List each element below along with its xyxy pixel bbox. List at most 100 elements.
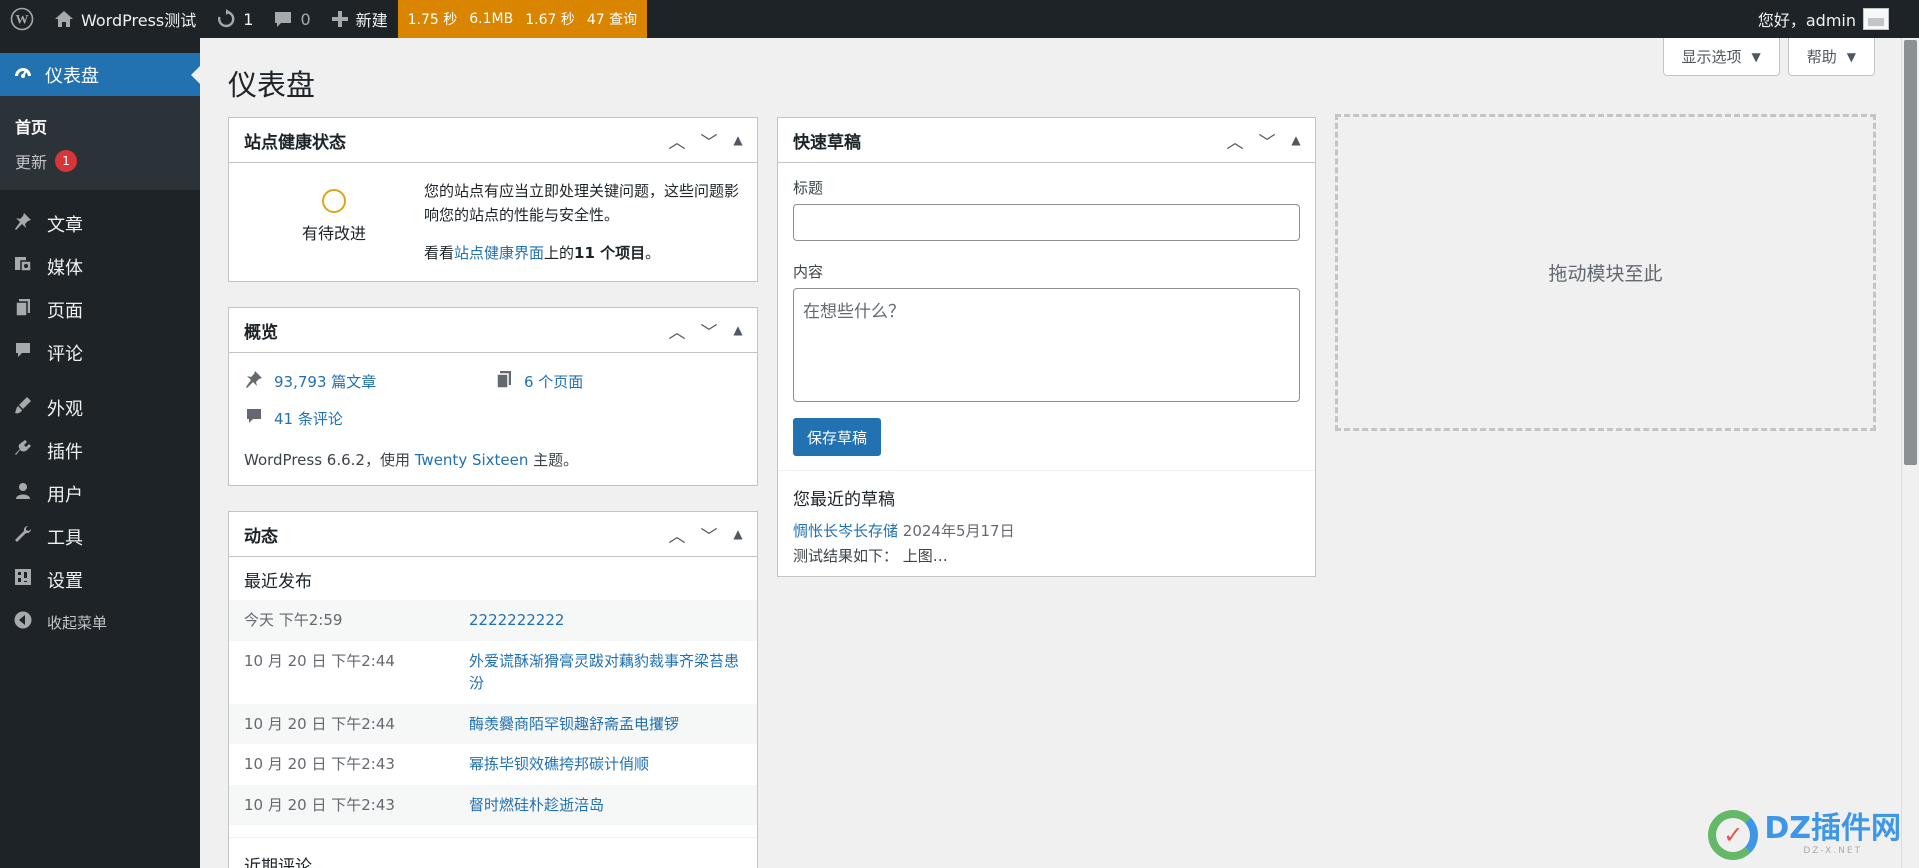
move-up-icon[interactable]: ︿ xyxy=(663,126,691,154)
site-health-link[interactable]: 站点健康界面 xyxy=(454,244,544,262)
save-draft-button[interactable]: 保存草稿 xyxy=(793,418,882,456)
empty-drop-zone[interactable]: 拖动模块至此 xyxy=(1335,114,1876,431)
scrollbar-thumb[interactable] xyxy=(1904,40,1917,465)
at-a-glance-widget: 概览 ︿ ﹀ ▲ 93,793 篇文章 6 个页面 41 条评论 WordPre… xyxy=(228,307,758,486)
performance-stats[interactable]: 1.75 秒 6.1MB 1.67 秒 47 查询 xyxy=(397,0,648,38)
submenu-home[interactable]: 首页 xyxy=(15,108,200,143)
screen-options-button[interactable]: 显示选项 ▼ xyxy=(1662,38,1780,76)
content-label: 内容 xyxy=(793,263,824,281)
move-up-icon[interactable]: ︿ xyxy=(663,316,691,344)
toggle-panel-icon[interactable]: ▲ xyxy=(1285,126,1307,154)
pin-icon xyxy=(13,211,33,236)
activity-post-link[interactable]: 外爱谎酥渐猾膏灵跋对藕豹裁事齐梁苔患汾 xyxy=(469,650,742,695)
user-icon xyxy=(13,481,33,506)
widget-actions: ︿ ﹀ ▲ xyxy=(1221,126,1315,154)
menu-plugins[interactable]: 插件 xyxy=(0,429,200,472)
glance-comments[interactable]: 41 条评论 xyxy=(244,406,494,431)
theme-link[interactable]: Twenty Sixteen xyxy=(415,451,529,469)
quick-draft-form: 标题 内容 在想些什么？ 保存草稿 xyxy=(778,163,1315,470)
site-name: WordPress测试 xyxy=(81,11,197,30)
activity-post-link[interactable]: 酶羡爨商陌罕钡趣舒斋孟电攫锣 xyxy=(469,713,742,736)
menu-dashboard[interactable]: 仪表盘 xyxy=(0,53,200,96)
activity-post-link[interactable]: 幂拣毕钡效礁挎邦碳计俏顺 xyxy=(469,753,742,776)
new-label: 新建 xyxy=(355,11,388,30)
screen-options-label: 显示选项 xyxy=(1681,48,1742,66)
comments-link[interactable]: 0 xyxy=(263,0,320,38)
perf-time2: 1.67 秒 xyxy=(525,12,575,28)
widget-title: 快速草稿 xyxy=(793,132,861,153)
menu-users-label: 用户 xyxy=(47,484,83,506)
widget-header: 快速草稿 ︿ ﹀ ▲ xyxy=(778,118,1315,163)
move-down-icon[interactable]: ﹀ xyxy=(695,126,723,154)
widget-actions: ︿ ﹀ ▲ xyxy=(663,126,757,154)
menu-comments[interactable]: 评论 xyxy=(0,331,200,374)
watermark-subtitle: DZ-X.NET xyxy=(1803,846,1863,856)
watermark-title: DZ插件网 xyxy=(1764,811,1901,846)
wordpress-logo-icon: W xyxy=(10,7,34,31)
collapse-menu-label: 收起菜单 xyxy=(47,614,108,632)
list-item: 今天 下午2:59 2222222222 xyxy=(229,600,757,641)
content-placeholder: 在想些什么？ xyxy=(803,302,905,322)
recent-published-heading: 最近发布 xyxy=(244,572,312,592)
move-up-icon[interactable]: ︿ xyxy=(663,520,691,548)
activity-post-link[interactable]: 督时燃硅朴趁逝涪岛 xyxy=(469,794,742,817)
glance-pages[interactable]: 6 个页面 xyxy=(494,369,742,394)
see-mid: 上的 xyxy=(544,244,575,262)
menu-users[interactable]: 用户 xyxy=(0,472,200,515)
menu-media[interactable]: 媒体 xyxy=(0,245,200,288)
toggle-panel-icon[interactable]: ▲ xyxy=(727,126,749,154)
menu-dashboard-label: 仪表盘 xyxy=(45,65,99,87)
page-icon xyxy=(494,369,514,394)
collapse-arrow-icon xyxy=(13,610,33,635)
perf-queries: 47 查询 xyxy=(586,12,638,28)
page-title: 仪表盘 xyxy=(228,68,316,102)
activity-widget: 动态 ︿ ﹀ ▲ 最近发布 今天 下午2:59 2222222222 10 月 … xyxy=(228,511,758,868)
submenu-updates[interactable]: 更新 1 xyxy=(15,143,200,178)
admin-bar: W WordPress测试 1 0 新建 1.75 秒 6.1MB 1.67 秒… xyxy=(0,0,1919,38)
draft-title-input[interactable] xyxy=(793,204,1300,241)
draft-content-textarea[interactable]: 在想些什么？ xyxy=(793,288,1300,402)
move-down-icon[interactable]: ﹀ xyxy=(695,316,723,344)
site-name-link[interactable]: WordPress测试 xyxy=(44,0,206,38)
menu-posts[interactable]: 文章 xyxy=(0,202,200,245)
menu-settings[interactable]: 设置 xyxy=(0,558,200,601)
menu-comments-label: 评论 xyxy=(47,343,83,365)
activity-post-link[interactable]: 2222222222 xyxy=(469,609,742,632)
activity-date: 10 月 20 日 下午2:43 xyxy=(244,755,395,773)
recent-drafts: 您最近的草稿 惆怅长岑长存储 2024年5月17日 测试结果如下： 上图… xyxy=(778,470,1315,580)
list-item: 10 月 20 日 下午2:44 外爱谎酥渐猾膏灵跋对藕豹裁事齐梁苔患汾 xyxy=(229,640,757,704)
glance-items: 93,793 篇文章 6 个页面 41 条评论 xyxy=(229,353,757,439)
comment-icon xyxy=(244,406,264,431)
updates-link[interactable]: 1 xyxy=(206,0,263,38)
help-button[interactable]: 帮助 ▼ xyxy=(1787,38,1875,76)
drop-zone-label: 拖动模块至此 xyxy=(1548,263,1663,285)
comments-count: 0 xyxy=(300,9,311,29)
caret-down-icon: ▼ xyxy=(1846,49,1856,64)
dashboard-submenu: 首页 更新 1 xyxy=(0,96,200,190)
menu-tools[interactable]: 工具 xyxy=(0,515,200,558)
wordpress-logo-menu[interactable]: W xyxy=(0,0,44,38)
move-up-icon[interactable]: ︿ xyxy=(1221,126,1249,154)
health-desc-text: 您的站点有应当立即处理关键问题，这些问题影响您的站点的性能与安全性。 xyxy=(424,182,740,224)
my-account-menu[interactable]: 您好，admin xyxy=(1748,0,1919,38)
menu-pages[interactable]: 页面 xyxy=(0,288,200,331)
toggle-panel-icon[interactable]: ▲ xyxy=(727,520,749,548)
collapse-menu-button[interactable]: 收起菜单 xyxy=(0,601,200,644)
updates-count: 1 xyxy=(243,9,254,29)
tools-icon xyxy=(13,524,33,549)
glance-posts[interactable]: 93,793 篇文章 xyxy=(244,369,494,394)
move-down-icon[interactable]: ﹀ xyxy=(695,520,723,548)
menu-appearance[interactable]: 外观 xyxy=(0,386,200,429)
health-see-line: 看看站点健康界面上的11 个项目。 xyxy=(424,241,742,265)
health-progress-icon xyxy=(322,189,346,213)
draft-excerpt: 测试结果如下： 上图… xyxy=(793,547,948,565)
watermark: ✓ DZ插件网 DZ-X.NET xyxy=(1708,810,1901,860)
caret-down-icon: ▼ xyxy=(1751,49,1761,64)
toggle-panel-icon[interactable]: ▲ xyxy=(727,316,749,344)
new-content-menu[interactable]: 新建 xyxy=(321,0,398,38)
page-scrollbar[interactable] xyxy=(1901,38,1919,868)
menu-plugins-label: 插件 xyxy=(47,441,83,463)
move-down-icon[interactable]: ﹀ xyxy=(1253,126,1281,154)
draft-title-link[interactable]: 惆怅长岑长存储 xyxy=(793,522,898,540)
recent-drafts-heading: 您最近的草稿 xyxy=(793,490,895,510)
